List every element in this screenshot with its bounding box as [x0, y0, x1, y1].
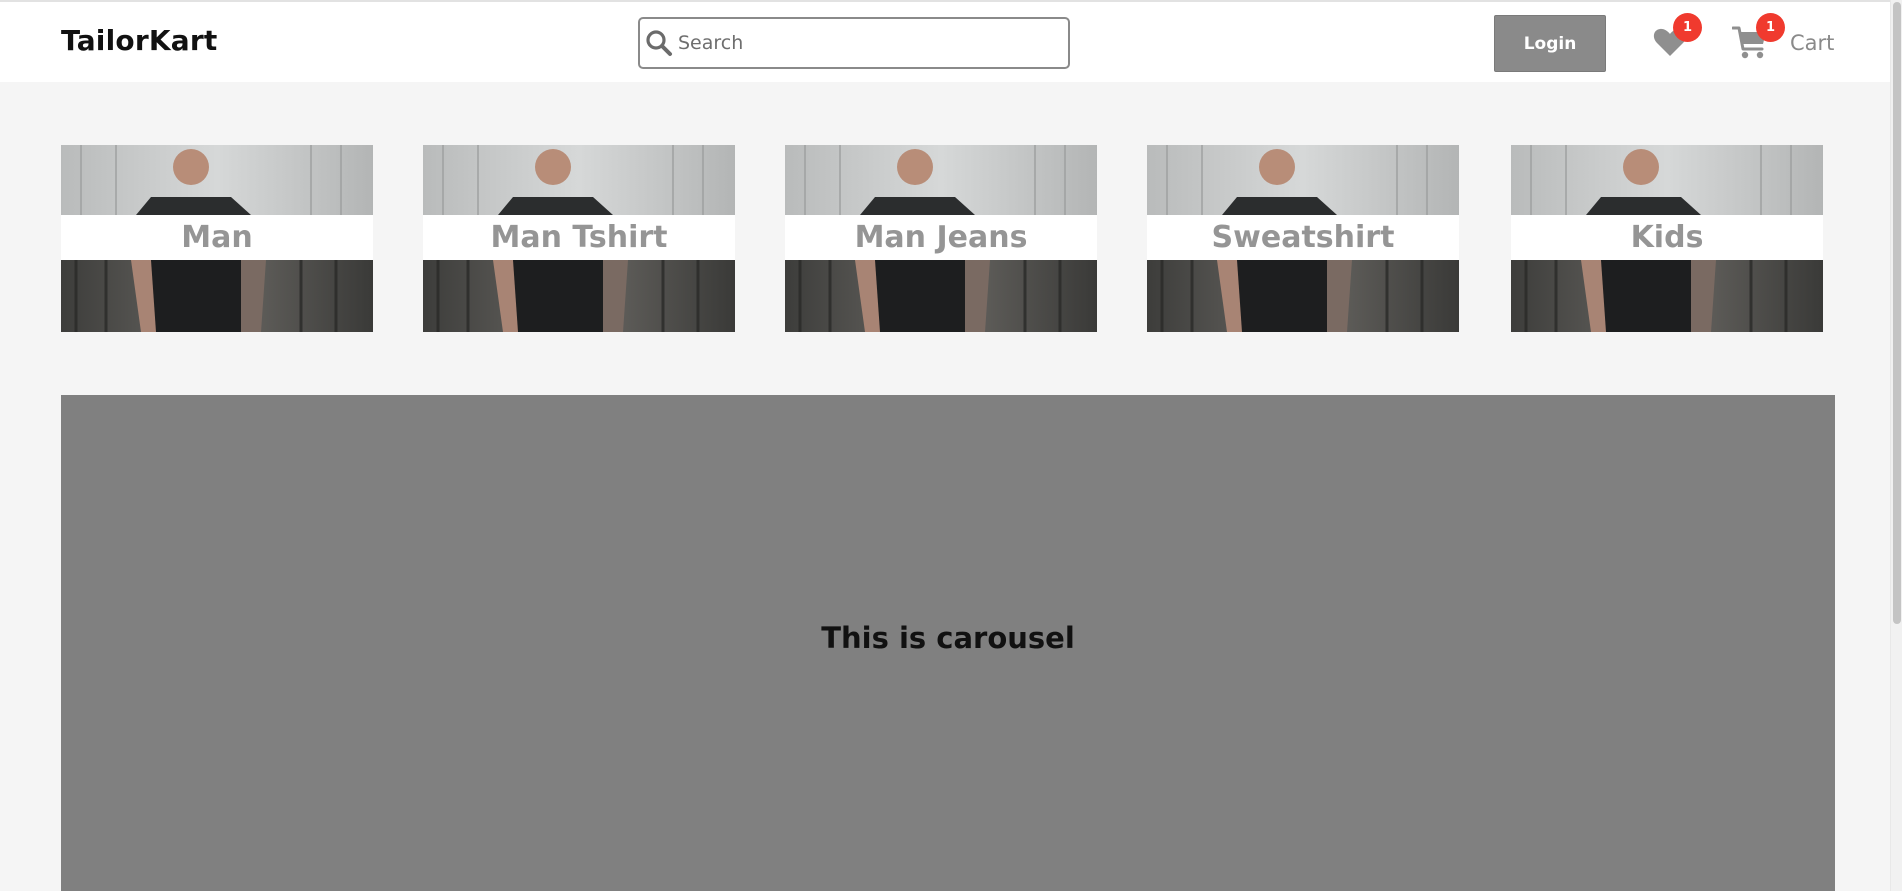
- site-header: TailorKart Login 1 Cart 1: [0, 2, 1902, 82]
- category-card-man-jeans[interactable]: Man Jeans: [785, 145, 1097, 332]
- category-label: Kids: [1630, 220, 1704, 255]
- cart-count-badge: 1: [1756, 13, 1785, 42]
- category-label-band: Sweatshirt: [1147, 215, 1459, 260]
- search-icon: [646, 30, 672, 56]
- category-card-kids[interactable]: Kids: [1511, 145, 1823, 332]
- category-label-band: Man Tshirt: [423, 215, 735, 260]
- category-label: Man Jeans: [854, 220, 1028, 255]
- scrollbar-thumb[interactable]: [1893, 2, 1901, 624]
- brand-logo[interactable]: TailorKart: [61, 24, 217, 57]
- wishlist-button[interactable]: 1: [1652, 13, 1702, 60]
- login-button[interactable]: Login: [1494, 15, 1606, 72]
- category-label-band: Man: [61, 215, 373, 260]
- category-card-sweatshirt[interactable]: Sweatshirt: [1147, 145, 1459, 332]
- page-scrollbar[interactable]: [1890, 0, 1902, 891]
- search-input[interactable]: [678, 27, 1058, 59]
- category-strip: Man Man Tshirt Man Jeans Sweatshirt Kids: [61, 145, 1823, 332]
- category-card-man[interactable]: Man: [61, 145, 373, 332]
- category-label-band: Man Jeans: [785, 215, 1097, 260]
- cart-label: Cart: [1790, 31, 1835, 55]
- carousel-caption: This is carousel: [821, 621, 1075, 655]
- category-card-man-tshirt[interactable]: Man Tshirt: [423, 145, 735, 332]
- wishlist-count-badge: 1: [1673, 13, 1702, 42]
- search-box[interactable]: [638, 17, 1070, 69]
- category-label: Sweatshirt: [1211, 220, 1395, 255]
- category-label-band: Kids: [1511, 215, 1823, 260]
- category-label: Man Tshirt: [490, 220, 668, 255]
- hero-carousel[interactable]: This is carousel: [61, 395, 1835, 891]
- category-label: Man: [181, 220, 253, 255]
- cart-button[interactable]: Cart 1: [1732, 13, 1842, 66]
